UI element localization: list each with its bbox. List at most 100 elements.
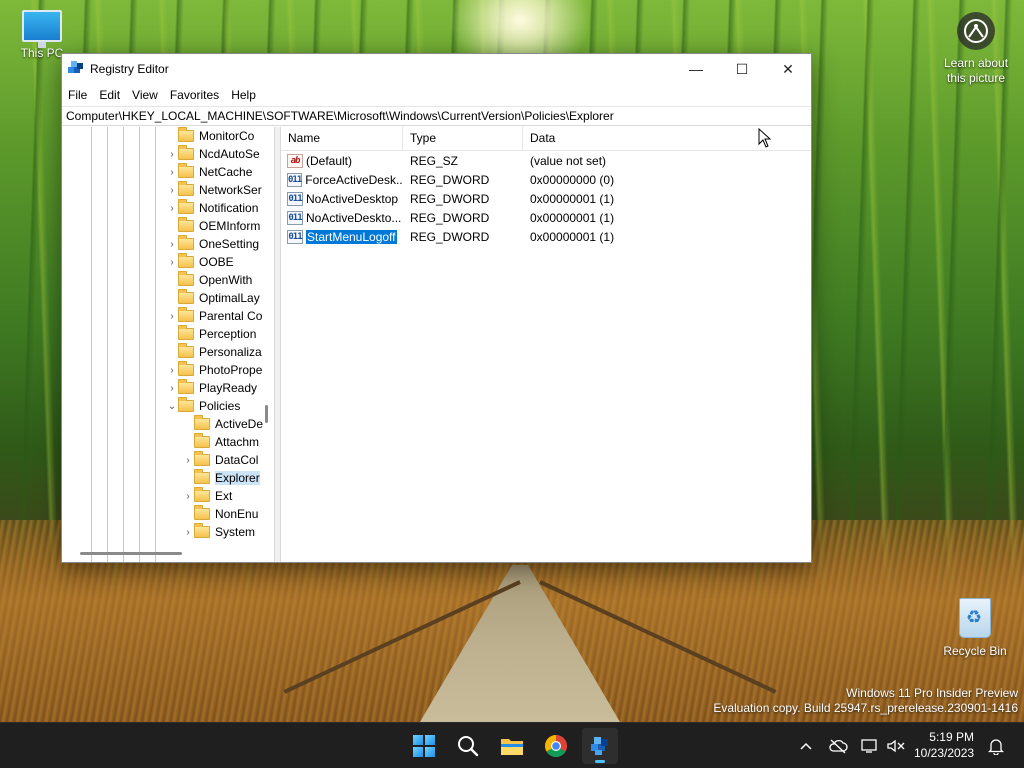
chrome-button[interactable]: [538, 728, 574, 764]
tree-item-ncdautose[interactable]: › NcdAutoSe: [166, 145, 260, 163]
tree-item-label: Personaliza: [199, 345, 262, 359]
tree-item-attachments[interactable]: Attachm: [182, 433, 259, 451]
expand-chevron-icon[interactable]: ›: [182, 455, 194, 466]
window-title: Registry Editor: [90, 62, 169, 76]
tree-item-label: OpenWith: [199, 273, 253, 287]
tree-horizontal-scrollbar[interactable]: [80, 552, 182, 555]
desktop-icon-label: Recycle Bin: [943, 644, 1007, 658]
tree-item-policies[interactable]: ⌄ Policies: [166, 397, 240, 415]
menu-view[interactable]: View: [126, 84, 164, 106]
watermark-line-2: Evaluation copy. Build 25947.rs_prerelea…: [713, 701, 1018, 715]
value-name-cell: 011 ForceActiveDesk...: [281, 172, 403, 187]
speaker-muted-icon: [887, 739, 905, 753]
desktop-icon-learn-about-picture[interactable]: Learn about this picture: [936, 12, 1016, 86]
volume-status[interactable]: [884, 723, 908, 768]
start-button[interactable]: [406, 728, 442, 764]
tree-item-photoprope[interactable]: › PhotoPrope: [166, 361, 262, 379]
value-type: REG_DWORD: [410, 191, 490, 206]
maximize-button[interactable]: ☐: [719, 54, 765, 84]
close-button[interactable]: ✕: [765, 54, 811, 84]
search-button[interactable]: [450, 728, 486, 764]
tree-item-onesetting[interactable]: › OneSetting: [166, 235, 259, 253]
registry-editor-taskbar-button[interactable]: [582, 728, 618, 764]
taskbar: 5:19 PM 10/23/2023: [0, 722, 1024, 768]
tree-item-label: OOBE: [199, 255, 234, 269]
value-name: ForceActiveDesk...: [305, 172, 403, 187]
tree-item-personaliza[interactable]: Personaliza: [166, 343, 262, 361]
values-list[interactable]: Name Type Data ab (Default) REG_SZ (valu…: [281, 127, 811, 562]
bell-icon: [988, 739, 1004, 755]
network-status[interactable]: [858, 723, 882, 768]
expand-chevron-icon[interactable]: ›: [166, 383, 178, 394]
tree-item-openwith[interactable]: OpenWith: [166, 271, 252, 289]
expand-chevron-icon[interactable]: ›: [166, 185, 178, 196]
system-clock[interactable]: 5:19 PM 10/23/2023: [914, 729, 974, 761]
tree-item-datacollection[interactable]: › DataCol: [182, 451, 258, 469]
list-header: Name Type Data: [281, 127, 811, 151]
tree-item-playready[interactable]: › PlayReady: [166, 379, 257, 397]
clock-time: 5:19 PM: [929, 730, 974, 744]
column-header-name[interactable]: Name: [281, 127, 403, 150]
expand-chevron-icon[interactable]: ›: [166, 167, 178, 178]
tree-item-perception[interactable]: Perception: [166, 325, 256, 343]
tree-item-notification[interactable]: › Notification: [166, 199, 258, 217]
expand-chevron-icon[interactable]: ›: [166, 149, 178, 160]
menu-file[interactable]: File: [62, 84, 93, 106]
tree-item-activedesktop[interactable]: ActiveDe: [182, 415, 263, 433]
tree-item-optimallay[interactable]: OptimalLay: [166, 289, 260, 307]
folder-icon: [178, 253, 194, 268]
tree-item-explorer[interactable]: Explorer: [182, 469, 260, 487]
tree-vertical-scrollbar[interactable]: [265, 405, 268, 423]
expand-chevron-icon[interactable]: ›: [166, 311, 178, 322]
chrome-icon: [545, 735, 567, 757]
tree-item-monitorco[interactable]: MonitorCo: [166, 127, 254, 145]
menu-help[interactable]: Help: [225, 84, 262, 106]
column-header-type[interactable]: Type: [403, 127, 523, 150]
minimize-button[interactable]: —: [673, 54, 719, 84]
folder-icon: [194, 415, 210, 430]
value-row-noactivedesktopchanges[interactable]: 011 NoActiveDeskto... REG_DWORD 0x000000…: [281, 208, 811, 227]
folder-icon: [194, 469, 210, 484]
expand-chevron-icon[interactable]: ›: [166, 239, 178, 250]
value-name-editing[interactable]: StartMenuLogoff: [305, 229, 398, 244]
value-row-forceactivedesktop[interactable]: 011 ForceActiveDesk... REG_DWORD 0x00000…: [281, 170, 811, 189]
dword-value-icon: 011: [287, 191, 303, 206]
notifications-button[interactable]: [984, 723, 1008, 768]
tree-item-system[interactable]: › System: [182, 523, 255, 541]
title-bar[interactable]: Registry Editor — ☐ ✕: [62, 54, 811, 84]
tree-item-netcache[interactable]: › NetCache: [166, 163, 252, 181]
cloud-offline-icon: [829, 739, 848, 754]
expand-chevron-icon[interactable]: ›: [166, 365, 178, 376]
key-tree[interactable]: MonitorCo › NcdAutoSe › NetCache › Netwo…: [62, 127, 274, 562]
address-bar[interactable]: Computer\HKEY_LOCAL_MACHINE\SOFTWARE\Mic…: [62, 106, 811, 126]
menu-favorites[interactable]: Favorites: [164, 84, 225, 106]
show-hidden-icons-button[interactable]: [796, 723, 816, 768]
tree-item-ext[interactable]: › Ext: [182, 487, 232, 505]
file-explorer-button[interactable]: [494, 728, 530, 764]
tree-item-nonenum[interactable]: NonEnu: [182, 505, 258, 523]
recycle-bin-icon: [959, 598, 991, 638]
value-row-noactivedesktop[interactable]: 011 NoActiveDesktop REG_DWORD 0x00000001…: [281, 189, 811, 208]
desktop-icon-recycle-bin[interactable]: Recycle Bin: [940, 598, 1010, 658]
onedrive-status[interactable]: [826, 723, 850, 768]
expand-chevron-icon[interactable]: ›: [182, 527, 194, 538]
folder-icon: [178, 343, 194, 358]
expand-chevron-icon[interactable]: ›: [166, 257, 178, 268]
tree-item-label: MonitorCo: [199, 129, 255, 143]
folder-icon: [178, 307, 194, 322]
value-data: 0x00000001 (1): [530, 191, 615, 206]
expand-chevron-icon[interactable]: ›: [166, 203, 178, 214]
expand-chevron-icon[interactable]: ›: [182, 491, 194, 502]
tree-item-parental-controls[interactable]: › Parental Co: [166, 307, 262, 325]
tree-item-oeminform[interactable]: OEMInform: [166, 217, 260, 235]
pane-splitter[interactable]: [274, 127, 281, 562]
tree-item-label: Attachm: [215, 435, 260, 449]
tree-item-label: Explorer: [215, 471, 260, 485]
collapse-chevron-icon[interactable]: ⌄: [166, 401, 178, 412]
value-type: REG_SZ: [410, 153, 459, 168]
value-row-default[interactable]: ab (Default) REG_SZ (value not set): [281, 151, 811, 170]
tree-item-oobe[interactable]: › OOBE: [166, 253, 234, 271]
menu-edit[interactable]: Edit: [93, 84, 126, 106]
value-row-startmenulogoff[interactable]: 011 StartMenuLogoff REG_DWORD 0x00000001…: [281, 227, 811, 246]
tree-item-networkser[interactable]: › NetworkSer: [166, 181, 262, 199]
